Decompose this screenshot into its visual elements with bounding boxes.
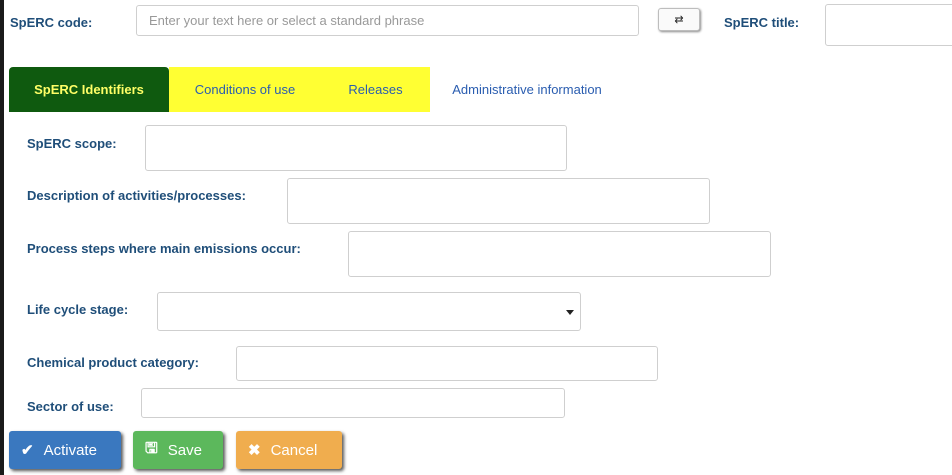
- tab-administrative-information[interactable]: Administrative information: [430, 67, 624, 112]
- chemical-product-category-label: Chemical product category:: [27, 355, 199, 370]
- process-steps-label: Process steps where main emissions occur…: [27, 241, 301, 256]
- save-button[interactable]: 🖫 Save: [133, 431, 223, 469]
- life-cycle-stage-label: Life cycle stage:: [27, 302, 129, 317]
- sector-of-use-input[interactable]: [141, 388, 565, 418]
- sperc-scope-input[interactable]: [145, 125, 567, 171]
- description-input[interactable]: [287, 178, 710, 224]
- tab-conditions-of-use[interactable]: Conditions of use: [169, 67, 321, 112]
- sperc-code-label: SpERC code:: [10, 15, 93, 30]
- cancel-button[interactable]: ✖ Cancel: [236, 431, 342, 469]
- window-left-border: [0, 0, 4, 475]
- cancel-label: Cancel: [270, 441, 318, 459]
- tab-label: SpERC Identifiers: [34, 82, 144, 97]
- close-icon: ✖: [248, 442, 261, 459]
- chevron-down-icon: [566, 310, 574, 315]
- sperc-title-input[interactable]: [825, 4, 952, 46]
- process-steps-input[interactable]: [348, 231, 771, 277]
- tab-label: Administrative information: [452, 82, 602, 97]
- sector-of-use-label: Sector of use:: [27, 399, 114, 414]
- sperc-title-label: SpERC title:: [724, 15, 800, 30]
- check-icon: ✔: [21, 442, 34, 459]
- sperc-code-input[interactable]: [136, 5, 639, 36]
- life-cycle-stage-select[interactable]: [157, 292, 581, 331]
- activate-button[interactable]: ✔ Activate: [9, 431, 121, 469]
- tab-releases[interactable]: Releases: [321, 67, 430, 112]
- save-label: Save: [167, 441, 202, 459]
- tab-label: Conditions of use: [194, 82, 296, 97]
- chemical-product-category-input[interactable]: [236, 346, 658, 381]
- floppy-disk-icon: 🖫: [145, 439, 158, 457]
- tab-sperc-identifiers[interactable]: SpERC Identifiers: [9, 67, 169, 112]
- swap-icon: ⇄: [674, 14, 684, 26]
- description-label: Description of activities/processes:: [27, 188, 246, 203]
- sperc-scope-label: SpERC scope:: [27, 136, 117, 151]
- activate-label: Activate: [43, 441, 97, 459]
- tab-label: Releases: [348, 82, 403, 97]
- phrase-select-button[interactable]: ⇄: [658, 8, 700, 31]
